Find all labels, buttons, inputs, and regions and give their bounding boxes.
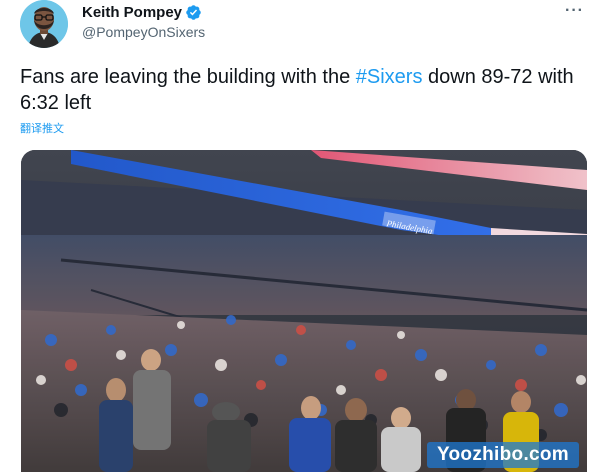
arena-crowd-photo: Philadelphia xyxy=(21,150,587,472)
tweet-card: Keith Pompey @PompeyOnSixers ··· Fans ar… xyxy=(0,0,594,472)
translate-tweet-link[interactable]: 翻译推文 xyxy=(20,120,64,136)
name-row: Keith Pompey xyxy=(82,3,205,21)
handle[interactable]: @PompeyOnSixers xyxy=(82,24,205,40)
tweet-media[interactable]: Philadelphia Yoozhibo.com xyxy=(21,150,587,472)
watermark: Yoozhibo.com xyxy=(426,442,579,468)
verified-badge-icon xyxy=(186,4,201,20)
hashtag-link[interactable]: #Sixers xyxy=(356,66,423,88)
tweet-text: Fans are leaving the building with the #… xyxy=(20,64,580,116)
tweet-text-before: Fans are leaving the building with the xyxy=(20,66,356,88)
display-name[interactable]: Keith Pompey xyxy=(82,4,182,21)
avatar[interactable] xyxy=(20,0,68,48)
author-block: Keith Pompey @PompeyOnSixers xyxy=(82,3,205,41)
more-options-icon[interactable]: ··· xyxy=(565,2,584,20)
